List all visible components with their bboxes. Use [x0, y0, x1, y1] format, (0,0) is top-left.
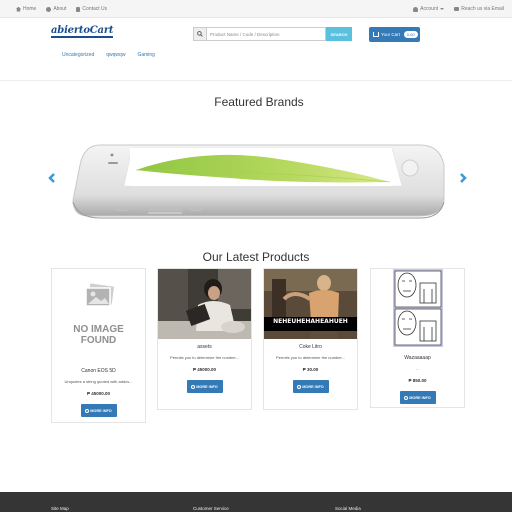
product-photo [264, 269, 357, 339]
info-circle-icon [191, 384, 196, 389]
contact-link[interactable]: Contact Us [76, 6, 107, 12]
no-image-text: NO IMAGE [73, 324, 124, 335]
home-icon [16, 6, 21, 12]
product-image-placeholder[interactable]: NO IMAGE FOUND [52, 269, 145, 357]
featured-carousel [40, 140, 472, 220]
phone-icon [76, 6, 81, 12]
carousel-next-arrow[interactable] [458, 173, 468, 183]
product-photo [158, 269, 251, 339]
more-info-button[interactable]: MORE INFO [292, 380, 329, 393]
product-card: NEHEUHEHAHEAHUEH Coke Litro Permits you … [263, 268, 358, 410]
product-card: Wazaaaaap ... ₱ 850.00 MORE INFO [370, 268, 465, 408]
product-name[interactable]: assets [158, 344, 251, 350]
product-image[interactable] [158, 269, 251, 339]
product-card: NO IMAGE FOUND Canon EOS 5D Unquotes a s… [51, 268, 146, 423]
search-button[interactable]: SEARCH [326, 27, 352, 41]
footer-social-media-heading: Social Media [335, 506, 361, 511]
product-description: ... [415, 366, 420, 371]
product-name[interactable]: Wazaaaaap [371, 355, 464, 361]
info-circle-icon [85, 408, 90, 413]
category-gaming[interactable]: Gaming [137, 52, 155, 58]
account-dropdown[interactable]: Account [413, 6, 445, 12]
product-description: Unquotes a string quoted with addcs... [64, 379, 133, 384]
info-icon [46, 6, 52, 12]
product-card: assets Permits you to determine the numb… [157, 268, 252, 410]
cart-icon [373, 32, 379, 37]
carousel-prev-arrow[interactable] [47, 173, 57, 183]
category-nav: Uncategorized qwqwqw Gaming [62, 52, 155, 58]
about-link[interactable]: About [46, 6, 66, 12]
meme-caption: NEHEUHEHAHEAHUEH [273, 318, 348, 325]
search-input[interactable] [206, 27, 326, 41]
product-description: Permits you to determine the number... [170, 355, 239, 360]
product-photo [392, 269, 443, 347]
chevron-down-icon [440, 8, 445, 10]
home-link[interactable]: Home [16, 6, 36, 12]
image-placeholder-icon [84, 283, 114, 307]
more-info-button[interactable]: MORE INFO [399, 391, 436, 404]
latest-products-title: Our Latest Products [202, 250, 310, 264]
site-logo[interactable]: abiertoCart [51, 26, 114, 38]
search-bar: SEARCH [193, 27, 359, 41]
user-icon [413, 6, 419, 12]
product-price: ₱ 45000.00 [192, 367, 217, 372]
featured-title: Featured Brands [214, 95, 304, 109]
top-utility-bar: Home About Contact Us Account Reach us v… [0, 0, 512, 18]
chevron-right-icon [460, 173, 467, 183]
product-image[interactable]: NEHEUHEHAHEAHUEH [264, 269, 357, 339]
email-link[interactable]: Reach us via Email [454, 6, 504, 12]
category-qwqwqw[interactable]: qwqwqw [106, 52, 125, 58]
product-description: Permits you to determine the number... [276, 355, 345, 360]
header-divider [0, 80, 512, 81]
product-name[interactable]: Coke Litro [264, 344, 357, 350]
product-price: ₱ 45000.00 [86, 391, 111, 396]
search-icon [193, 27, 206, 41]
cart-count-badge: 0.00 [403, 31, 418, 38]
footer-sitemap-heading: Site Map [51, 506, 69, 511]
cart-button[interactable]: Your Cart 0.00 [369, 27, 420, 42]
footer-customer-service-heading: Customer Service [193, 506, 229, 511]
category-uncategorized[interactable]: Uncategorized [62, 52, 94, 58]
iphone-slide-image [72, 144, 445, 219]
product-image[interactable] [371, 269, 464, 347]
site-footer: Site Map Customer Service Social Media [0, 492, 512, 512]
more-info-button[interactable]: MORE INFO [80, 404, 117, 417]
chevron-left-icon [48, 173, 55, 183]
no-image-text-2: FOUND [80, 335, 117, 346]
mail-icon [454, 7, 460, 11]
product-name[interactable]: Canon EOS 5D [52, 368, 145, 374]
info-circle-icon [404, 395, 409, 400]
more-info-button[interactable]: MORE INFO [186, 380, 223, 393]
info-circle-icon [297, 384, 302, 389]
product-price: ₱ 30.00 [302, 367, 319, 372]
product-price: ₱ 850.00 [408, 378, 427, 383]
